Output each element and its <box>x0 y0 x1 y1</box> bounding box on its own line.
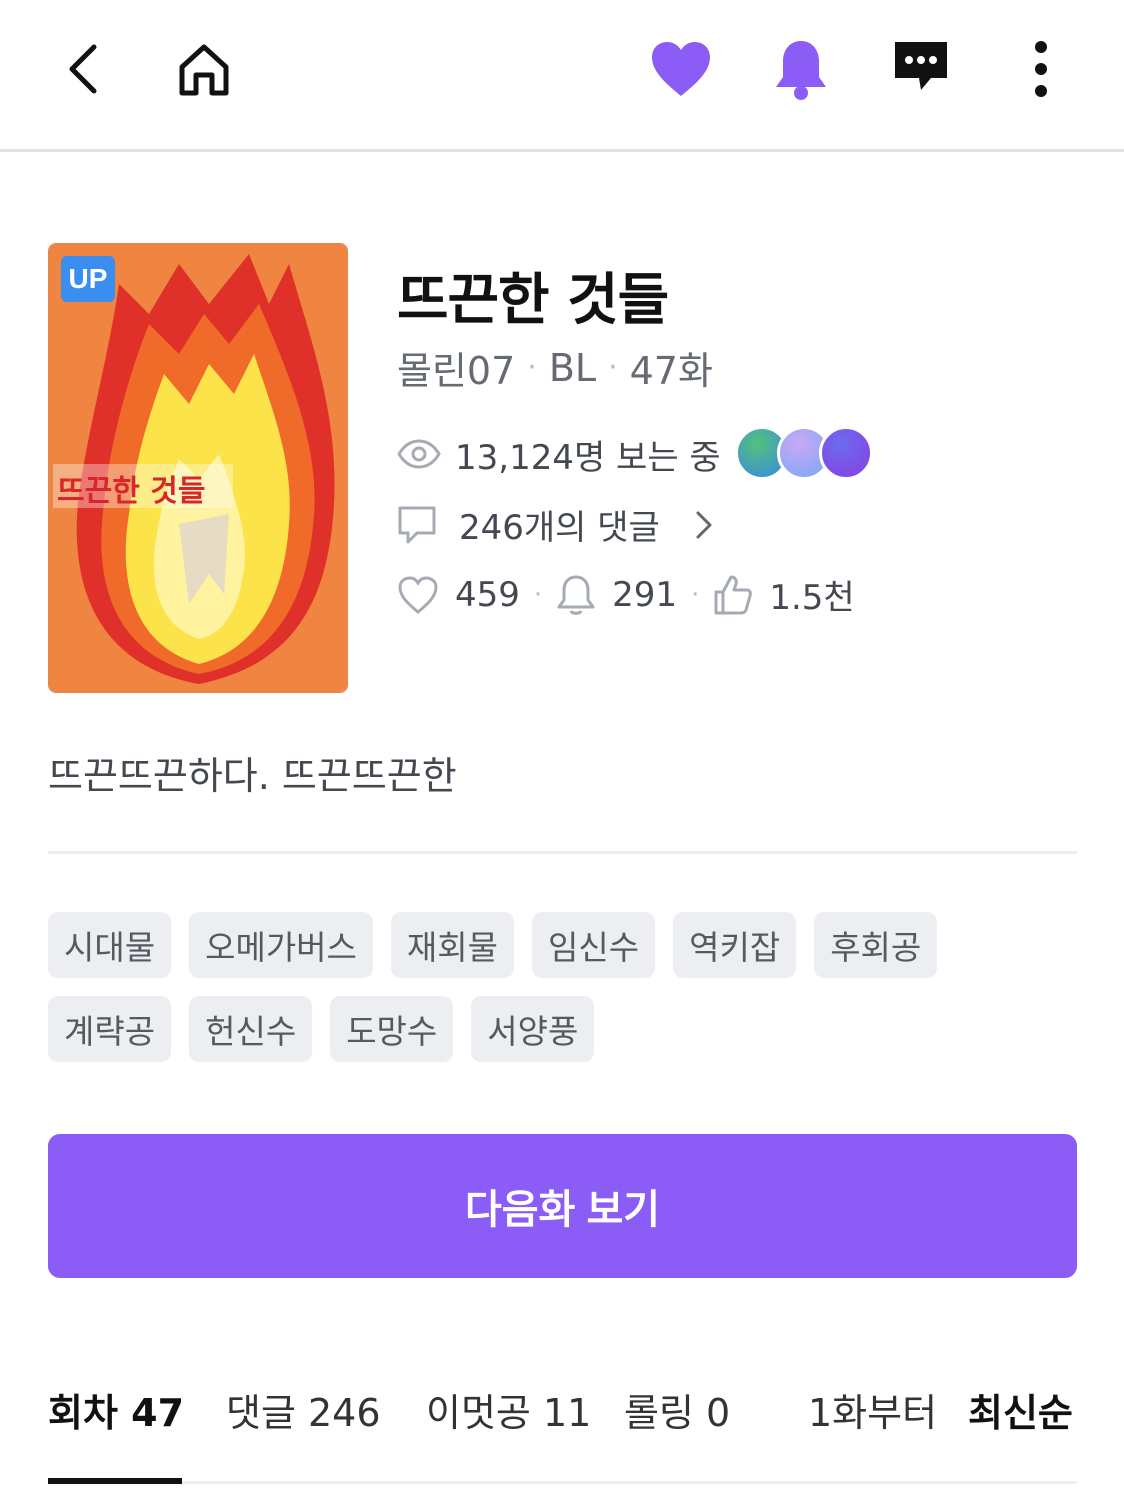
tag-chip[interactable]: 역키잡 <box>673 912 797 978</box>
avatar <box>818 426 873 480</box>
comments-row[interactable]: 246개의 댓글 <box>397 500 714 549</box>
author-link[interactable]: 몰린07 <box>397 340 515 395</box>
viewer-avatars <box>734 426 875 482</box>
eye-icon <box>397 439 441 469</box>
tag-chip[interactable]: 시대물 <box>48 912 172 978</box>
content-tabs: 회차 47 댓글 246 이멋공 11 롤링 0 1화부터 최신순 <box>48 1372 1077 1484</box>
heart-icon[interactable] <box>646 34 716 104</box>
tag-chip[interactable]: 오메가버스 <box>189 912 373 978</box>
stat-separator: · <box>533 579 543 610</box>
tag-chip[interactable]: 임신수 <box>532 912 656 978</box>
tab-rolling[interactable]: 롤링 0 <box>624 1382 730 1437</box>
heart-outline-icon <box>397 575 439 615</box>
bell-outline-icon <box>556 574 596 616</box>
work-title: 뜨끈한 것들 <box>397 268 669 333</box>
tag-chip[interactable]: 재회물 <box>390 912 514 978</box>
viewers-count: 13,124명 보는 중 <box>455 437 721 478</box>
tag-chip[interactable]: 후회공 <box>814 912 938 978</box>
tag-chip[interactable]: 계략공 <box>48 996 172 1062</box>
sort-from-first[interactable]: 1화부터 <box>808 1382 937 1437</box>
next-episode-button[interactable]: 다음화 보기 <box>48 1134 1077 1278</box>
comments-count: 246개의 댓글 <box>459 508 660 548</box>
comment-icon <box>397 505 437 545</box>
tag-chip[interactable]: 도망수 <box>330 996 454 1062</box>
chevron-right-icon <box>694 509 714 541</box>
stats-row: 459 · 291 · 1.5천 <box>397 570 855 619</box>
home-icon[interactable] <box>168 34 240 104</box>
up-badge: UP <box>61 256 115 302</box>
alarms-count: 291 <box>612 574 678 615</box>
meta-separator: · <box>608 350 618 385</box>
episode-count: 47화 <box>629 349 713 393</box>
tab-episodes[interactable]: 회차 47 <box>48 1382 184 1437</box>
likes-count: 459 <box>455 574 520 615</box>
tag-chip[interactable]: 서양풍 <box>471 996 595 1062</box>
bell-icon[interactable] <box>768 34 834 104</box>
viewers-row: 13,124명 보는 중 <box>397 426 875 482</box>
cover-title-text: 뜨끈한 것들 <box>57 474 206 509</box>
more-vertical-icon[interactable] <box>1016 34 1066 104</box>
chat-icon[interactable] <box>888 36 954 98</box>
divider <box>48 851 1077 854</box>
genre-label: BL <box>548 345 597 390</box>
work-meta: 몰린07 · BL · 47화 <box>397 340 713 395</box>
tag-chip[interactable]: 헌신수 <box>189 996 313 1062</box>
tab-comments[interactable]: 댓글 246 <box>226 1382 381 1437</box>
meta-separator: · <box>527 350 537 385</box>
cover-image[interactable]: UP 뜨끈한 것들 <box>48 243 348 693</box>
active-tab-indicator <box>48 1478 182 1484</box>
tab-imeotgong[interactable]: 이멋공 11 <box>426 1382 591 1437</box>
top-bar <box>0 0 1124 152</box>
recommends-count: 1.5천 <box>769 578 855 618</box>
thumbs-up-icon <box>713 574 753 616</box>
stat-separator: · <box>691 579 700 610</box>
chevron-left-icon[interactable] <box>52 34 116 104</box>
sort-latest[interactable]: 최신순 <box>968 1382 1073 1437</box>
work-description: 뜨끈뜨끈하다. 뜨끈뜨끈한 <box>48 754 457 798</box>
tag-list: 시대물 오메가버스 재회물 임신수 역키잡 후회공 계략공 헌신수 도망수 서양… <box>48 912 1078 1062</box>
